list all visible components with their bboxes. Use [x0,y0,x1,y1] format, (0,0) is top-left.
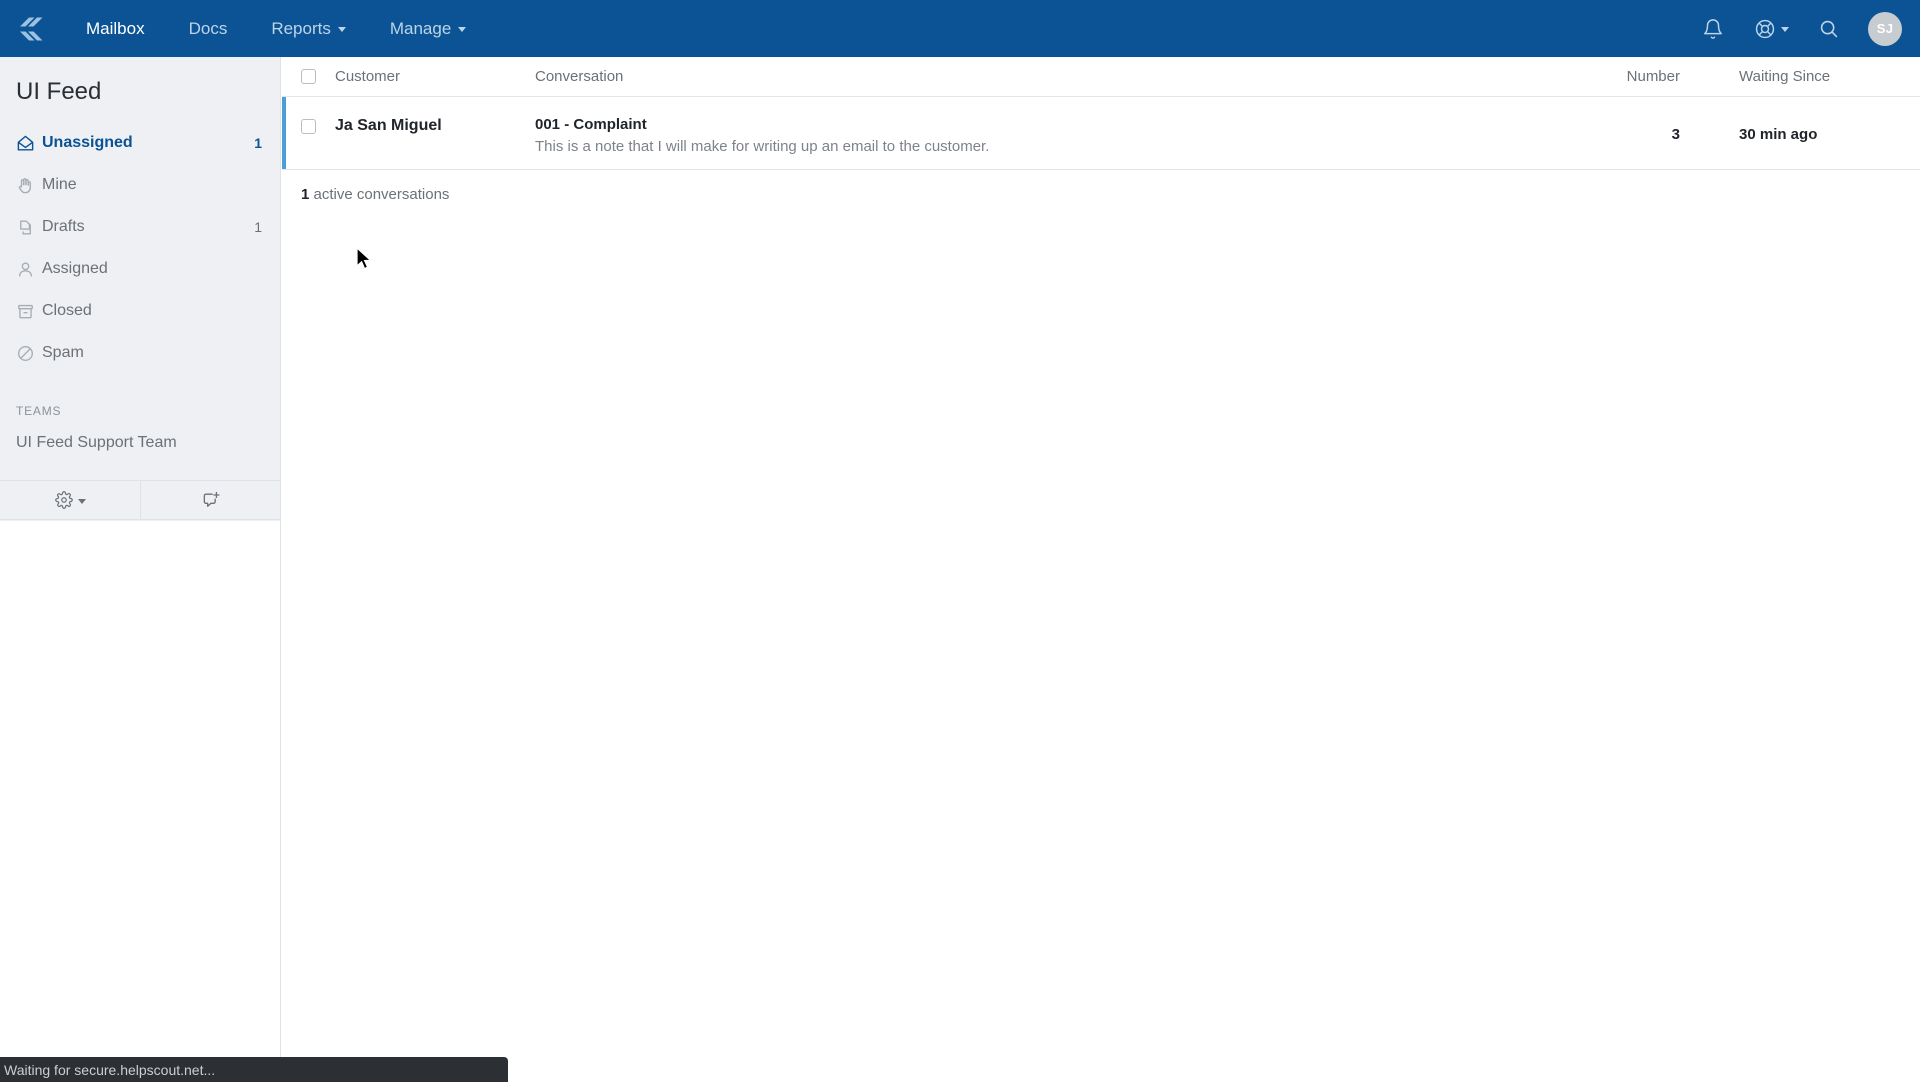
chevron-down-icon [337,27,346,32]
select-all-cell [282,69,335,84]
sidebar-item-unassigned[interactable]: Unassigned 1 [0,122,280,164]
conversation-table-header: Customer Conversation Number Waiting Sin… [282,57,1920,97]
sidebar-content: UI Feed Unassigned 1 Mine Drafts 1 Assig… [0,57,280,480]
gear-icon [54,491,73,509]
column-header-waiting-since[interactable]: Waiting Since [1735,68,1920,85]
chevron-down-icon [458,27,467,32]
person-icon [16,260,42,279]
active-count-label: active conversations [313,186,450,203]
sidebar-label-unassigned: Unassigned [42,134,133,151]
sidebar-count-drafts: 1 [254,219,262,235]
nav-label-mailbox: Mailbox [86,19,145,38]
table-row[interactable]: Ja San Miguel 001 - Complaint This is a … [282,97,1920,170]
select-all-checkbox[interactable] [301,69,316,84]
sidebar-label-spam: Spam [42,344,84,361]
sidebar: UI Feed Unassigned 1 Mine Drafts 1 Assig… [0,57,281,1082]
sidebar-item-team[interactable]: UI Feed Support Team [0,428,280,458]
nav-item-docs[interactable]: Docs [167,0,250,57]
chevron-down-icon [1780,27,1789,32]
row-active-accent [282,97,286,169]
sidebar-item-mine[interactable]: Mine [0,164,280,206]
sidebar-label-assigned: Assigned [42,260,108,277]
nav-item-reports[interactable]: Reports [249,0,368,57]
sidebar-label-mine: Mine [42,176,77,193]
row-waiting-since: 30 min ago [1739,126,1818,143]
sidebar-label-closed: Closed [42,302,92,319]
sidebar-item-drafts[interactable]: Drafts 1 [0,206,280,248]
column-header-number[interactable]: Number [1615,68,1735,85]
row-conversation-subject: 001 - Complaint [535,116,647,133]
help-lifebuoy-icon [1755,19,1774,38]
hand-icon [16,176,42,195]
chevron-down-icon [77,498,86,504]
open-envelope-icon [16,134,42,153]
sidebar-item-assigned[interactable]: Assigned [0,248,280,290]
sidebar-item-closed[interactable]: Closed [0,290,280,332]
nav-label-reports: Reports [271,19,331,38]
user-avatar[interactable]: SJ [1868,11,1902,46]
help-lifebuoy-button[interactable] [1740,0,1802,57]
row-checkbox[interactable] [301,119,316,134]
row-customer-name: Ja San Miguel [335,117,442,134]
top-navigation-bar: Mailbox Docs Reports Manage SJ [0,0,1920,57]
archive-box-icon [16,302,42,321]
folder-list: Unassigned 1 Mine Drafts 1 Assigned Clos… [0,122,280,374]
active-count-number: 1 [301,186,310,203]
row-conversation-cell: 001 - Complaint This is a note that I wi… [535,97,1615,169]
teams-heading: TEAMS [16,404,62,418]
sidebar-count-unassigned: 1 [254,135,262,151]
row-conversation-preview: This is a note that I will make for writ… [535,138,990,155]
column-header-conversation[interactable]: Conversation [535,68,1615,85]
helpscout-logo-icon[interactable] [14,12,48,46]
primary-nav-links: Mailbox Docs Reports Manage [64,0,488,57]
nav-item-mailbox[interactable]: Mailbox [64,0,167,57]
nav-label-docs: Docs [188,19,228,38]
search-icon [1820,20,1838,37]
sidebar-label-drafts: Drafts [42,218,85,235]
notification-bell-button[interactable] [1686,0,1740,57]
nav-right-actions: SJ [1686,0,1920,57]
conversation-list-panel: Customer Conversation Number Waiting Sin… [282,57,1920,1082]
drafts-pages-icon [16,218,42,237]
sidebar-toolbar [0,480,280,520]
nav-item-manage[interactable]: Manage [368,0,488,57]
row-select-cell [282,97,335,134]
sidebar-empty-area [0,521,280,1082]
browser-status-bar: Waiting for secure.helpscout.net... [0,1057,508,1082]
search-button[interactable] [1802,0,1856,57]
new-conversation-icon [203,491,220,507]
spam-slash-circle-icon [16,344,42,363]
new-conversation-button[interactable] [140,481,280,519]
active-conversations-count: 1 active conversations [282,170,1920,203]
sidebar-item-spam[interactable]: Spam [0,332,280,374]
notification-bell-icon [1704,18,1722,39]
settings-gear-button[interactable] [0,481,140,519]
row-number: 3 [1671,126,1680,143]
column-header-customer[interactable]: Customer [335,68,535,85]
mailbox-title: UI Feed [16,78,102,105]
nav-label-manage: Manage [389,19,452,38]
